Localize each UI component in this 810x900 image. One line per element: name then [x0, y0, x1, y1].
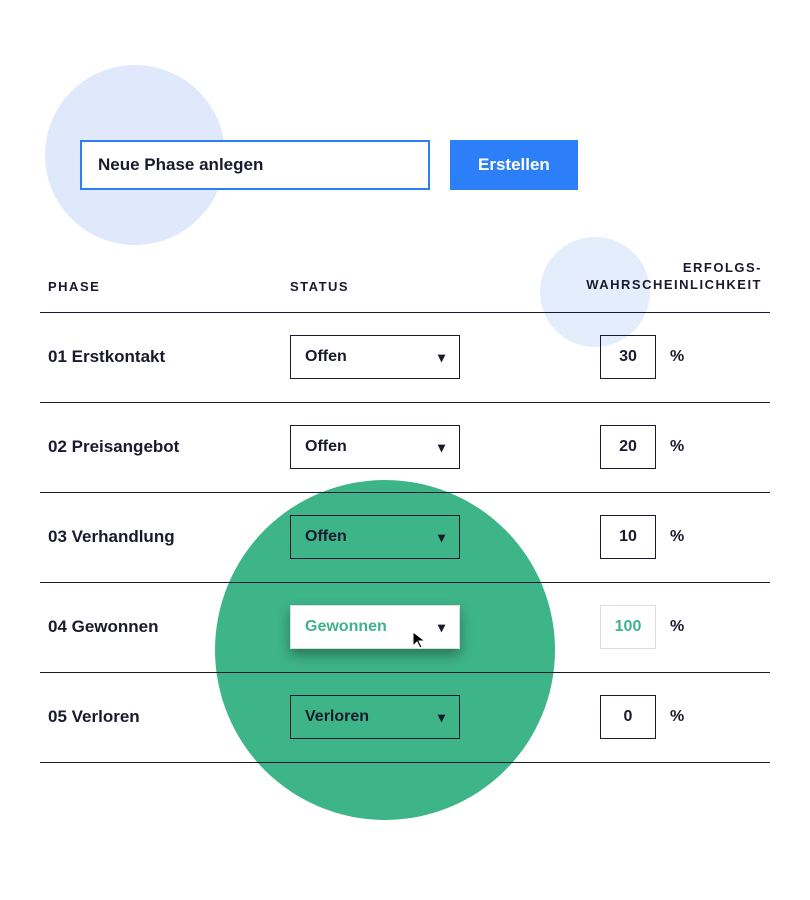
phase-name: 04 Gewonnen	[40, 617, 290, 637]
probability-cell: %	[540, 425, 770, 469]
table-row: 02 Preisangebot Offen ▾ %	[40, 403, 770, 493]
cursor-icon	[411, 630, 431, 650]
status-select[interactable]: Offen ▾	[290, 515, 460, 559]
status-cell: Verloren ▾	[290, 695, 540, 739]
percent-label: %	[670, 708, 684, 726]
probability-input[interactable]	[600, 515, 656, 559]
status-select[interactable]: Verloren ▾	[290, 695, 460, 739]
chevron-down-icon: ▾	[438, 529, 445, 546]
chevron-down-icon: ▾	[438, 709, 445, 726]
table-row: 05 Verloren Verloren ▾ %	[40, 673, 770, 763]
create-phase-bar: Erstellen	[80, 140, 770, 190]
status-cell: Gewonnen ▾	[290, 605, 540, 649]
phases-table: PHASE STATUS ERFOLGS- WAHRSCHEINLICHKEIT…	[40, 260, 770, 763]
phase-name: 02 Preisangebot	[40, 437, 290, 457]
status-cell: Offen ▾	[290, 425, 540, 469]
probability-cell: %	[540, 695, 770, 739]
header-probability: ERFOLGS- WAHRSCHEINLICHKEIT	[540, 260, 770, 294]
status-value: Offen	[305, 438, 347, 456]
probability-input[interactable]	[600, 605, 656, 649]
table-row: 01 Erstkontakt Offen ▾ %	[40, 313, 770, 403]
probability-input[interactable]	[600, 695, 656, 739]
header-status: STATUS	[290, 279, 540, 294]
table-row: 03 Verhandlung Offen ▾ %	[40, 493, 770, 583]
status-cell: Offen ▾	[290, 515, 540, 559]
chevron-down-icon: ▾	[438, 439, 445, 456]
status-value: Verloren	[305, 708, 369, 726]
status-select[interactable]: Gewonnen ▾	[290, 605, 460, 649]
phase-name: 01 Erstkontakt	[40, 347, 290, 367]
status-select[interactable]: Offen ▾	[290, 335, 460, 379]
probability-input[interactable]	[600, 425, 656, 469]
table-row: 04 Gewonnen Gewonnen ▾ %	[40, 583, 770, 673]
status-value: Offen	[305, 348, 347, 366]
percent-label: %	[670, 438, 684, 456]
table-header: PHASE STATUS ERFOLGS- WAHRSCHEINLICHKEIT	[40, 260, 770, 313]
status-cell: Offen ▾	[290, 335, 540, 379]
header-phase: PHASE	[40, 279, 290, 294]
probability-cell: %	[540, 605, 770, 649]
status-value: Offen	[305, 528, 347, 546]
percent-label: %	[670, 348, 684, 366]
probability-cell: %	[540, 335, 770, 379]
phase-name: 05 Verloren	[40, 707, 290, 727]
percent-label: %	[670, 528, 684, 546]
status-select[interactable]: Offen ▾	[290, 425, 460, 469]
status-value: Gewonnen	[305, 618, 387, 636]
phase-name: 03 Verhandlung	[40, 527, 290, 547]
create-button[interactable]: Erstellen	[450, 140, 578, 190]
percent-label: %	[670, 618, 684, 636]
probability-input[interactable]	[600, 335, 656, 379]
new-phase-input[interactable]	[80, 140, 430, 190]
content-area: Erstellen PHASE STATUS ERFOLGS- WAHRSCHE…	[0, 0, 810, 763]
probability-cell: %	[540, 515, 770, 559]
chevron-down-icon: ▾	[438, 349, 445, 366]
chevron-down-icon: ▾	[438, 619, 445, 636]
